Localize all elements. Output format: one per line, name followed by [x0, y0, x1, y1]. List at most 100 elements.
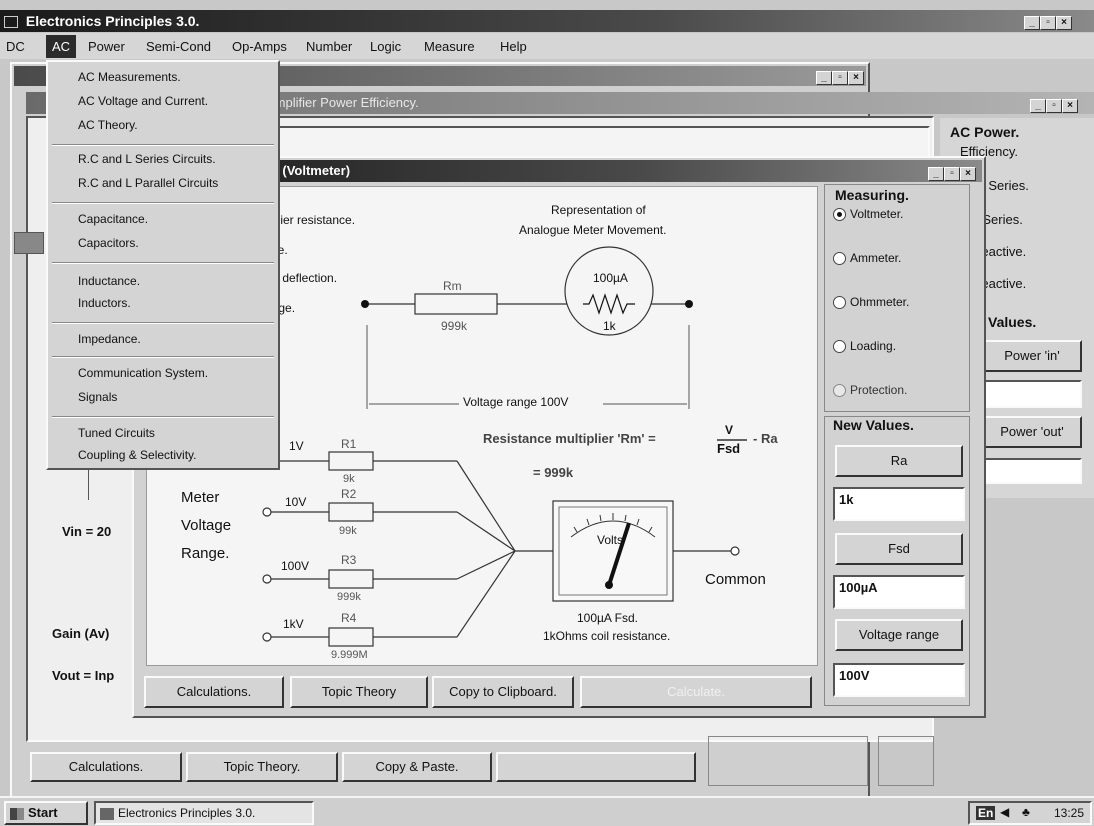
menu-ac-measurements[interactable]: AC Measurements. [78, 70, 181, 84]
menu-help[interactable]: Help [500, 39, 527, 54]
menu-capacitors[interactable]: Capacitors. [78, 236, 139, 250]
inner-minimize-button[interactable]: _ [1030, 99, 1046, 113]
menu-dc[interactable]: DC [6, 39, 25, 54]
inner-close-button[interactable]: × [1062, 99, 1078, 113]
gain-label: Gain (Av) [52, 626, 110, 641]
menu-power[interactable]: Power [88, 39, 125, 54]
protection-label: Protection. [850, 383, 908, 397]
language-indicator[interactable]: En [976, 806, 996, 820]
menu-measure[interactable]: Measure [424, 39, 475, 54]
menu-ac[interactable]: AC [46, 35, 77, 58]
loading-radio[interactable] [833, 340, 846, 354]
power-in-button[interactable]: Power 'in' [982, 340, 1082, 372]
range-2-r: R2 [341, 487, 357, 501]
vin-label: Vin = 20 [62, 524, 112, 539]
maximize-button[interactable]: ▫ [1040, 16, 1056, 30]
formula-denominator: Fsd [717, 441, 741, 456]
formula-numerator: V [725, 423, 734, 437]
measuring-option-ohmmeter[interactable]: Ohmmeter. [833, 295, 910, 310]
loading-label: Loading. [850, 339, 897, 353]
voltage-range-value[interactable]: 100V [833, 663, 965, 697]
ohmmeter-radio[interactable] [833, 296, 846, 310]
menu-capacitance[interactable]: Capacitance. [78, 212, 148, 226]
range-2-voltage: 10V [285, 495, 307, 509]
range-label-3: Range. [181, 545, 230, 562]
menu-number[interactable]: Number [306, 39, 352, 54]
back-minimize-button[interactable]: _ [816, 71, 832, 85]
range-2-value: 99k [339, 525, 357, 537]
vm-close-button[interactable]: × [960, 167, 976, 181]
power-out-button[interactable]: Power 'out' [982, 416, 1082, 448]
fsd-button[interactable]: Fsd [835, 533, 963, 565]
range-3-voltage: 100V [281, 559, 310, 573]
menu-signals[interactable]: Signals [78, 390, 117, 404]
menu-separator [52, 202, 274, 204]
formula-text: Resistance multiplier 'Rm' = [483, 431, 656, 446]
measuring-option-loading[interactable]: Loading. [833, 339, 897, 354]
menu-ac-voltage-current[interactable]: AC Voltage and Current. [78, 94, 208, 108]
copy-to-clipboard-button[interactable]: Copy to Clipboard. [432, 676, 574, 708]
menu-separator [52, 144, 274, 146]
network-icon[interactable]: ♣ [1022, 805, 1030, 819]
vm-minimize-button[interactable]: _ [928, 167, 944, 181]
clock[interactable]: 13:25 [1054, 806, 1084, 820]
menu-tuned-circuits[interactable]: Tuned Circuits [78, 426, 155, 440]
ac-power-title: AC Power. [950, 124, 1020, 140]
fsd-value[interactable]: 100µA [833, 575, 965, 609]
measuring-option-voltmeter[interactable]: Voltmeter. [833, 207, 903, 222]
menu-inductance[interactable]: Inductance. [78, 274, 140, 288]
menu-logic[interactable]: Logic [370, 39, 401, 54]
protection-radio[interactable] [833, 384, 846, 398]
taskbar-app-button[interactable]: Electronics Principles 3.0. [94, 801, 314, 825]
menu-ac-theory[interactable]: AC Theory. [78, 118, 138, 132]
voltage-range-button[interactable]: Voltage range [835, 619, 963, 651]
calculations-button[interactable]: Calculations. [144, 676, 284, 708]
voltmeter-radio[interactable] [833, 208, 846, 222]
ammeter-radio[interactable] [833, 252, 846, 266]
app-title: Electronics Principles 3.0. [25, 13, 200, 29]
formula-suffix: - Ra [753, 431, 778, 446]
close-button[interactable]: × [1056, 16, 1072, 30]
meter-resistance: 1k [603, 319, 616, 333]
menu-op-amps[interactable]: Op-Amps [232, 39, 287, 54]
measuring-option-protection[interactable]: Protection. [833, 383, 908, 398]
back-maximize-button[interactable]: ▫ [832, 71, 848, 85]
menu-communication-system[interactable]: Communication System. [78, 366, 208, 380]
measuring-option-ammeter[interactable]: Ammeter. [833, 251, 902, 266]
ra-value[interactable]: 1k [833, 487, 965, 521]
menu-coupling-selectivity[interactable]: Coupling & Selectivity. [78, 448, 197, 462]
meter-caption-1: 100µA Fsd. [577, 611, 638, 625]
meter-current: 100µA [593, 271, 628, 285]
speaker-icon[interactable]: ◀ [1000, 805, 1009, 819]
app-task-icon [100, 807, 114, 820]
app-titlebar: Electronics Principles 3.0. [0, 10, 1094, 32]
menu-separator [52, 356, 274, 358]
back-topic-theory-button[interactable]: Topic Theory. [186, 752, 338, 782]
vm-maximize-button[interactable]: ▫ [944, 167, 960, 181]
back-blank-button[interactable] [496, 752, 696, 782]
range-3-r: R3 [341, 553, 357, 567]
back-calculations-button[interactable]: Calculations. [30, 752, 182, 782]
back-bottom-field-2 [878, 736, 934, 786]
menu-rcl-parallel[interactable]: R.C and L Parallel Circuits [78, 176, 218, 190]
meter-face-label: Volts [597, 533, 624, 547]
minimize-button[interactable]: _ [1024, 16, 1040, 30]
ra-button[interactable]: Ra [835, 445, 963, 477]
range-4-voltage: 1kV [283, 617, 304, 631]
inner-maximize-button[interactable]: ▫ [1046, 99, 1062, 113]
menu-impedance[interactable]: Impedance. [78, 332, 141, 346]
back-close-button[interactable]: × [848, 71, 864, 85]
representation-line-2: Analogue Meter Movement. [519, 223, 667, 237]
menu-rcl-series[interactable]: R.C and L Series Circuits. [78, 152, 216, 166]
menubar: DC AC Power Semi-Cond Op-Amps Number Log… [0, 33, 1094, 59]
topic-theory-button[interactable]: Topic Theory [290, 676, 428, 708]
back-copy-paste-button[interactable]: Copy & Paste. [342, 752, 492, 782]
menu-semi-cond[interactable]: Semi-Cond [146, 39, 211, 54]
start-button[interactable]: Start [4, 801, 88, 825]
calculate-button[interactable]: Calculate. [580, 676, 812, 708]
app-window-controls: _ ▫ × [1024, 13, 1072, 30]
taskbar-app-label: Electronics Principles 3.0. [118, 806, 256, 820]
ammeter-label: Ammeter. [850, 251, 902, 265]
menu-inductors[interactable]: Inductors. [78, 296, 131, 310]
ohmmeter-label: Ohmmeter. [850, 295, 910, 309]
